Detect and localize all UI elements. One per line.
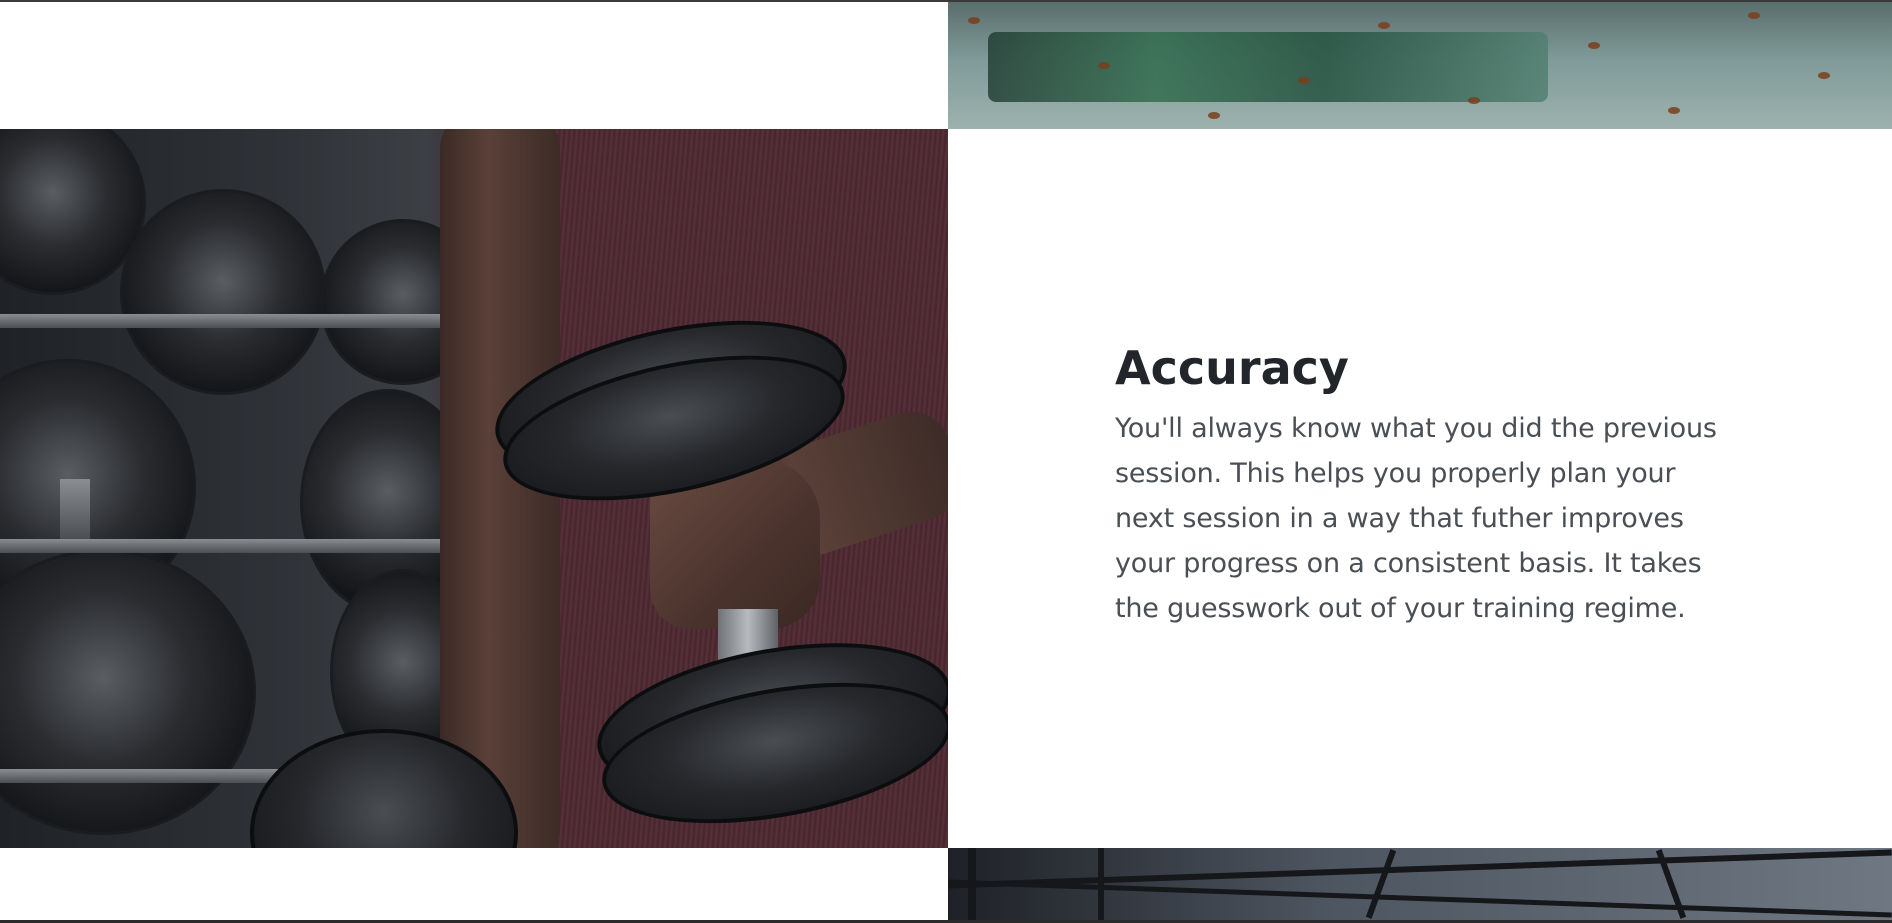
feature-text-block: Accuracy You'll always know what you did… xyxy=(1115,340,1735,631)
section-heading: Accuracy xyxy=(1115,341,1349,395)
dumbbell-image xyxy=(0,129,948,848)
gym-image xyxy=(948,848,1892,920)
section-body: You'll always know what you did the prev… xyxy=(1115,413,1717,624)
puddle-image xyxy=(948,2,1892,129)
